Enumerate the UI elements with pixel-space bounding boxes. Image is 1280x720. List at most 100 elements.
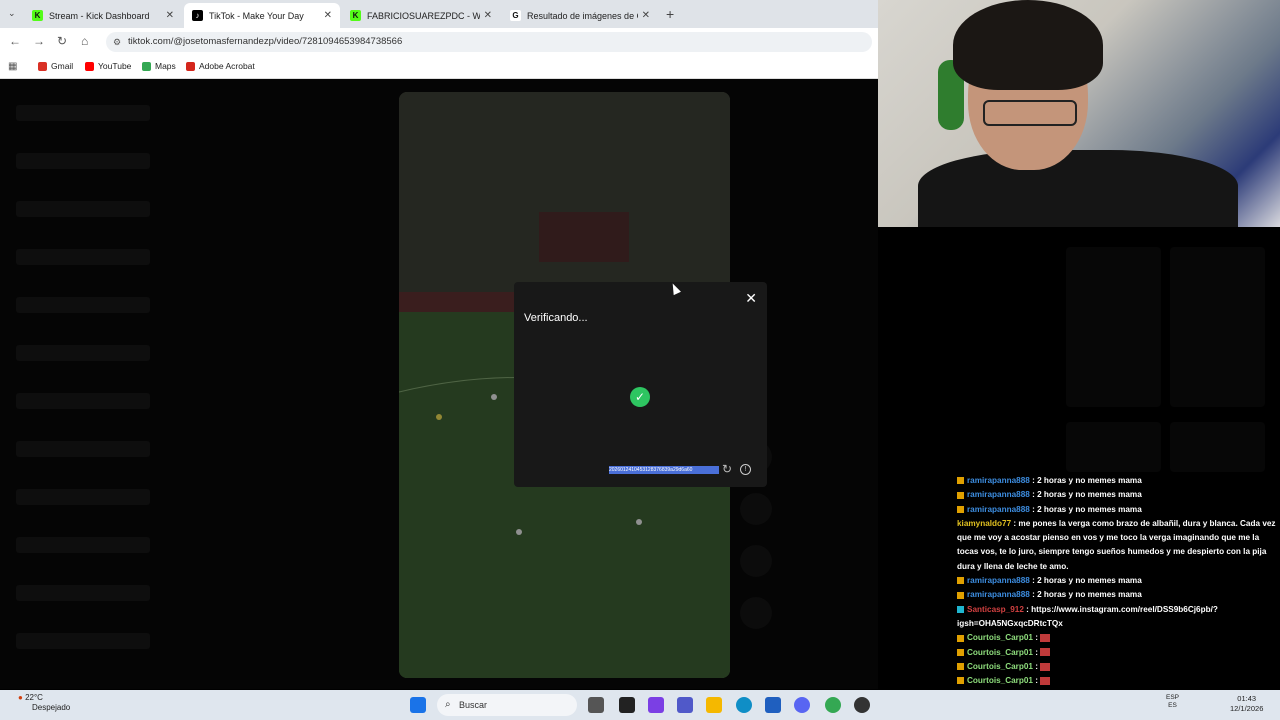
subscriber-badge-icon — [957, 577, 964, 585]
chat-username[interactable]: ramirapanna888 — [967, 476, 1030, 485]
search-placeholder: Buscar — [459, 700, 488, 710]
chat-message: ramirapanna888 : 2 horas y no memes mama — [955, 503, 1280, 517]
info-icon[interactable]: ! — [740, 464, 751, 475]
browser-tab[interactable]: ♪ TikTok - Make Your Day ✕ — [184, 3, 340, 28]
refresh-icon[interactable]: ↻ — [722, 462, 732, 476]
acrobat-icon — [186, 61, 195, 71]
chat-text: : 2 horas y no memes mama — [1029, 504, 1142, 514]
sidebar-placeholder — [16, 633, 150, 649]
discord-icon[interactable] — [794, 697, 810, 713]
bookmark-gmail[interactable]: Gmail — [38, 61, 73, 71]
chat-username[interactable]: Courtois_Carp01 — [967, 648, 1033, 657]
chat-username[interactable]: ramirapanna888 — [967, 590, 1030, 599]
tab-close-icon[interactable]: ✕ — [166, 10, 174, 21]
panel-placeholder — [1170, 247, 1265, 407]
chat-username[interactable]: ramirapanna888 — [967, 505, 1030, 514]
widgets-icon[interactable] — [619, 697, 635, 713]
chat-username[interactable]: Courtois_Carp01 — [967, 662, 1033, 671]
chat-message: ramirapanna888 : 2 horas y no memes mama — [955, 488, 1280, 502]
youtube-icon — [85, 61, 94, 71]
language-indicator[interactable]: ESP ES — [1166, 694, 1179, 710]
subscriber-badge-icon — [957, 677, 964, 685]
emote-icon — [1040, 676, 1051, 685]
chat-message: ramirapanna888 : 2 horas y no memes mama — [955, 474, 1280, 488]
subscriber-badge-icon — [957, 648, 964, 656]
chat-text: : 2 horas y no memes mama — [1029, 490, 1142, 500]
lang-top: ESP — [1166, 694, 1180, 701]
start-icon[interactable] — [410, 697, 426, 713]
bookmark-label: Maps — [155, 61, 176, 71]
site-info-icon[interactable]: ⚙ — [113, 32, 121, 52]
tab-search-icon[interactable]: ⌄ — [8, 8, 16, 19]
subscriber-badge-icon — [957, 477, 964, 485]
clock-date: 12/1/2026 — [1230, 704, 1264, 713]
sidebar-placeholder — [16, 105, 150, 121]
back-icon[interactable]: ← — [9, 34, 21, 48]
bookmark-youtube[interactable]: YouTube — [85, 61, 131, 71]
weather-icon: ● — [18, 693, 23, 702]
gmail-icon — [38, 61, 47, 71]
bookmark-adobe-acrobat[interactable]: Adobe Acrobat — [186, 61, 255, 71]
chat-username[interactable]: Courtois_Carp01 — [967, 633, 1033, 642]
sidebar-placeholder — [16, 297, 150, 313]
clock-time: 01:43 — [1237, 694, 1257, 703]
obs-icon[interactable] — [854, 697, 870, 713]
tab-title: TikTok - Make Your Day — [209, 10, 304, 21]
save-button[interactable] — [740, 545, 772, 577]
bookmark-maps[interactable]: Maps — [142, 61, 176, 71]
chat-text: : 2 horas y no memes mama — [1029, 590, 1142, 600]
chat-text: : — [1032, 661, 1041, 671]
browser-tab[interactable]: K Stream - Kick Dashboard ✕ — [24, 3, 182, 28]
chat-message: Courtois_Carp01 : — [955, 646, 1280, 660]
subscriber-badge-icon — [957, 505, 964, 513]
weather-desc: Despejado — [32, 703, 71, 712]
weather-widget[interactable]: ● 22°C Despejado — [18, 693, 70, 713]
webcam-overlay — [878, 0, 1280, 227]
store-icon[interactable] — [765, 697, 781, 713]
tab-close-icon[interactable]: ✕ — [642, 10, 650, 21]
browser-tab[interactable]: G Resultado de imágenes de Go ✕ — [502, 3, 658, 28]
apps-grid-icon[interactable]: ▦ — [8, 61, 17, 72]
chat-username[interactable]: Santicasp_912 — [967, 605, 1024, 614]
chat-message: Courtois_Carp01 : — [955, 674, 1280, 688]
chat-text: : 2 horas y no memes mama — [1029, 576, 1142, 586]
dialog-title: Verificando... — [524, 312, 588, 324]
chat-message: Courtois_Carp01 : — [955, 631, 1280, 645]
close-icon[interactable]: ✕ — [745, 290, 757, 307]
sidebar-placeholder — [16, 441, 150, 457]
glasses-icon — [983, 100, 1077, 126]
tab-close-icon[interactable]: ✕ — [484, 10, 492, 21]
task-view-icon[interactable] — [588, 697, 604, 713]
chat-username[interactable]: ramirapanna888 — [967, 576, 1030, 585]
subscriber-badge-icon — [957, 591, 964, 599]
chrome-icon[interactable] — [825, 697, 841, 713]
chat-username[interactable]: kiamynaldo77 — [957, 519, 1011, 528]
chat-username[interactable]: Courtois_Carp01 — [967, 676, 1033, 685]
home-icon[interactable]: ⌂ — [81, 34, 88, 48]
sidebar-placeholder — [16, 489, 150, 505]
share-button[interactable] — [740, 597, 772, 629]
browser-tab[interactable]: K FABRICIOSUAREZPDC - Watch ✕ — [342, 3, 500, 28]
file-explorer-icon[interactable] — [706, 697, 722, 713]
subscriber-badge-icon — [957, 491, 964, 499]
chat-username[interactable]: ramirapanna888 — [967, 490, 1030, 499]
system-clock[interactable]: 01:43 12/1/2026 — [1230, 694, 1263, 714]
forward-icon[interactable]: → — [33, 34, 45, 48]
chat-text: : — [1032, 633, 1041, 643]
reload-icon[interactable]: ↻ — [57, 34, 67, 48]
comment-button[interactable] — [740, 493, 772, 525]
subscriber-badge-icon — [957, 663, 964, 671]
panel-placeholder — [1066, 247, 1161, 407]
teams-icon[interactable] — [677, 697, 693, 713]
address-bar[interactable]: ⚙ tiktok.com/@josetomasfernandezp/video/… — [106, 32, 872, 52]
taskbar-search[interactable]: ⌕ Buscar — [437, 694, 577, 716]
new-tab-button[interactable]: + — [666, 6, 674, 22]
edge-icon[interactable] — [736, 697, 752, 713]
bookmark-label: Gmail — [51, 61, 74, 71]
search-icon: ⌕ — [445, 699, 451, 710]
browser-nav-bar: ← → ↻ ⌂ ⚙ tiktok.com/@josetomasfernandez… — [0, 28, 878, 56]
copilot-icon[interactable] — [648, 697, 664, 713]
tab-favicon-icon: K — [350, 10, 361, 21]
tab-close-icon[interactable]: ✕ — [324, 10, 332, 21]
sidebar-placeholder — [16, 585, 150, 601]
